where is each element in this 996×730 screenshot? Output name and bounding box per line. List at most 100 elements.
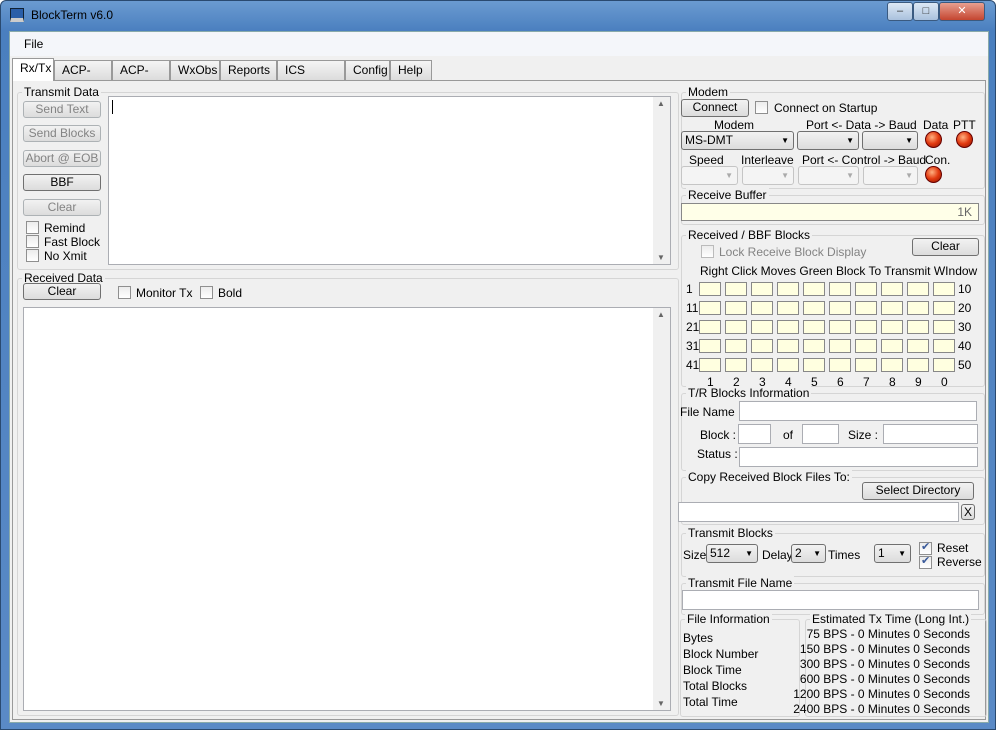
block-cell[interactable] bbox=[855, 282, 877, 296]
bold-checkbox[interactable] bbox=[200, 286, 213, 299]
block-cell[interactable] bbox=[829, 301, 851, 315]
block-cell[interactable] bbox=[907, 339, 929, 353]
data-baud-dropdown[interactable] bbox=[862, 131, 918, 150]
block-cell[interactable] bbox=[699, 301, 721, 315]
block-cell[interactable] bbox=[907, 301, 929, 315]
file-name-field[interactable] bbox=[739, 401, 977, 421]
block-cell[interactable] bbox=[881, 301, 903, 315]
menu-file[interactable]: File bbox=[24, 37, 43, 51]
block-cell[interactable] bbox=[907, 320, 929, 334]
bbf-button[interactable]: BBF bbox=[23, 174, 101, 191]
received-scrollbar[interactable]: ▲ ▼ bbox=[653, 308, 670, 710]
close-button[interactable]: ✕ bbox=[939, 2, 985, 21]
select-directory-button[interactable]: Select Directory bbox=[862, 482, 974, 500]
block-cell[interactable] bbox=[881, 320, 903, 334]
block-cell[interactable] bbox=[803, 282, 825, 296]
block-cell[interactable] bbox=[881, 358, 903, 372]
received-clear-button[interactable]: Clear bbox=[23, 283, 101, 300]
block-cell[interactable] bbox=[725, 320, 747, 334]
tab-acp-126[interactable]: ACP-126 bbox=[54, 60, 112, 96]
clear-directory-button[interactable]: X bbox=[961, 504, 975, 520]
block-cell[interactable] bbox=[751, 339, 773, 353]
delay-dropdown[interactable]: 2 bbox=[791, 544, 826, 563]
times-dropdown[interactable]: 1 bbox=[874, 544, 911, 563]
block-cell[interactable] bbox=[829, 320, 851, 334]
block-total-field[interactable] bbox=[802, 424, 839, 444]
block-cell[interactable] bbox=[829, 339, 851, 353]
block-cell[interactable] bbox=[855, 320, 877, 334]
block-cell[interactable] bbox=[855, 339, 877, 353]
block-cell[interactable] bbox=[777, 358, 799, 372]
block-cell[interactable] bbox=[907, 358, 929, 372]
transmit-textarea[interactable]: ▲ ▼ bbox=[108, 96, 671, 265]
transmit-clear-button[interactable]: Clear bbox=[23, 199, 101, 216]
block-cell[interactable] bbox=[777, 339, 799, 353]
block-cell[interactable] bbox=[933, 358, 955, 372]
copy-directory-field[interactable] bbox=[678, 502, 959, 522]
tab-wxobs[interactable]: WxObs bbox=[170, 60, 220, 80]
tab-help[interactable]: Help bbox=[390, 60, 432, 80]
connect-startup-checkbox[interactable] bbox=[755, 101, 768, 114]
block-cell[interactable] bbox=[751, 320, 773, 334]
block-cell[interactable] bbox=[881, 282, 903, 296]
block-cell[interactable] bbox=[699, 358, 721, 372]
minimize-button[interactable]: – bbox=[887, 2, 913, 21]
block-field[interactable] bbox=[738, 424, 771, 444]
tab-rx-tx[interactable]: Rx/Tx bbox=[12, 58, 54, 81]
block-cell[interactable] bbox=[699, 282, 721, 296]
size-field[interactable] bbox=[883, 424, 978, 444]
status-field[interactable] bbox=[739, 447, 978, 467]
data-port-dropdown[interactable] bbox=[797, 131, 859, 150]
block-cell[interactable] bbox=[725, 301, 747, 315]
blocks-clear-button[interactable]: Clear bbox=[912, 238, 979, 256]
block-cell[interactable] bbox=[881, 339, 903, 353]
tab-ics-forms[interactable]: ICS Forms bbox=[277, 60, 345, 96]
block-cell[interactable] bbox=[725, 339, 747, 353]
block-cell[interactable] bbox=[855, 301, 877, 315]
abort-eob-button[interactable]: Abort @ EOB bbox=[23, 150, 101, 167]
block-cell[interactable] bbox=[777, 301, 799, 315]
block-cell[interactable] bbox=[933, 320, 955, 334]
block-cell[interactable] bbox=[803, 320, 825, 334]
interleave-dropdown[interactable] bbox=[742, 166, 794, 185]
block-cell[interactable] bbox=[933, 339, 955, 353]
block-cell[interactable] bbox=[803, 358, 825, 372]
block-cell[interactable] bbox=[855, 358, 877, 372]
block-cell[interactable] bbox=[803, 301, 825, 315]
connect-button[interactable]: Connect bbox=[681, 99, 749, 117]
control-port-dropdown[interactable] bbox=[798, 166, 859, 185]
block-cell[interactable] bbox=[751, 358, 773, 372]
fast-block-checkbox[interactable] bbox=[26, 235, 39, 248]
reverse-checkbox[interactable] bbox=[919, 554, 932, 569]
block-cell[interactable] bbox=[907, 282, 929, 296]
control-baud-dropdown[interactable] bbox=[863, 166, 918, 185]
tx-size-dropdown[interactable]: 512 bbox=[706, 544, 758, 563]
tab-reports[interactable]: Reports bbox=[220, 60, 277, 80]
block-cell[interactable] bbox=[933, 301, 955, 315]
transmit-scrollbar[interactable]: ▲ ▼ bbox=[653, 97, 670, 264]
block-cell[interactable] bbox=[751, 301, 773, 315]
block-cell[interactable] bbox=[725, 358, 747, 372]
block-cell[interactable] bbox=[933, 282, 955, 296]
tab-config[interactable]: Config bbox=[345, 60, 390, 80]
block-cell[interactable] bbox=[777, 282, 799, 296]
block-cell[interactable] bbox=[725, 282, 747, 296]
block-cell[interactable] bbox=[803, 339, 825, 353]
transmit-file-field[interactable] bbox=[682, 590, 979, 610]
speed-dropdown[interactable] bbox=[681, 166, 738, 185]
modem-dropdown[interactable]: MS-DMT bbox=[681, 131, 794, 150]
block-cell[interactable] bbox=[829, 358, 851, 372]
monitor-tx-checkbox[interactable] bbox=[118, 286, 131, 299]
lock-display-checkbox[interactable] bbox=[701, 245, 714, 258]
maximize-button[interactable]: □ bbox=[913, 2, 939, 21]
block-cell[interactable] bbox=[751, 282, 773, 296]
block-cell[interactable] bbox=[699, 320, 721, 334]
block-cell[interactable] bbox=[699, 339, 721, 353]
tab-acp-127[interactable]: ACP-127 bbox=[112, 60, 170, 96]
remind-checkbox[interactable] bbox=[26, 221, 39, 234]
no-xmit-checkbox[interactable] bbox=[26, 249, 39, 262]
block-cell[interactable] bbox=[777, 320, 799, 334]
block-cell[interactable] bbox=[829, 282, 851, 296]
send-text-button[interactable]: Send Text bbox=[23, 101, 101, 118]
received-textarea[interactable]: ▲ ▼ bbox=[23, 307, 671, 711]
